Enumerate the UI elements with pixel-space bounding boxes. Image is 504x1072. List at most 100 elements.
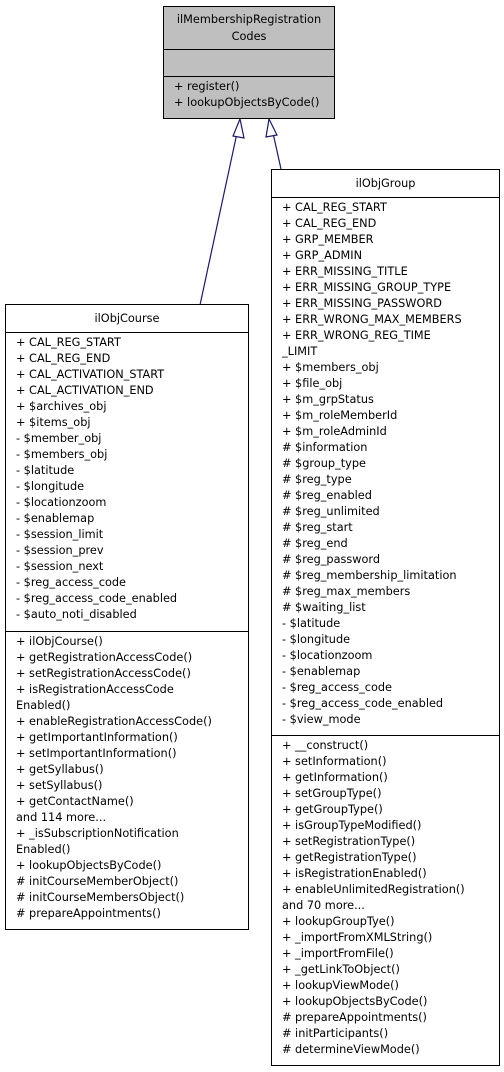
attribute-item: + GRP_ADMIN [282, 249, 363, 262]
method-item: # initCourseMemberObject() [16, 875, 179, 888]
method-item: and 70 more... [282, 899, 365, 912]
method-item: + setRegistrationType() [282, 835, 416, 848]
method-item: Enabled() [16, 699, 71, 712]
attribute-item: - $locationzoom [16, 496, 107, 509]
method-item: + lookupObjectsByCode() [174, 96, 320, 109]
attribute-item: - $reg_access_code_enabled [16, 592, 178, 605]
method-item: + _getLinkToObject() [282, 963, 400, 976]
method-item: + _importFromFile() [282, 947, 394, 960]
attribute-item: - $longitude [16, 480, 85, 493]
attribute-item: # $reg_password [282, 553, 381, 566]
attribute-item: # $reg_end [282, 537, 348, 550]
method-item: + _isSubscriptionNotification [16, 827, 179, 840]
attribute-item: - $latitude [16, 464, 75, 477]
method-item: + getRegistrationAccessCode() [16, 651, 193, 664]
attribute-item: - $session_limit [16, 528, 104, 541]
method-item: + enableUnlimitedRegistration() [282, 883, 465, 896]
method-item: + enableRegistrationAccessCode() [16, 715, 212, 728]
class-ilobjcourse[interactable]: ilObjCourse + CAL_REG_START + CAL_REG_END… [5, 304, 249, 930]
method-item: + getSyllabus() [16, 763, 104, 776]
attribute-item: + ERR_WRONG_MAX_MEMBERS [282, 313, 462, 326]
attribute-item: - $reg_access_code_enabled [282, 697, 444, 710]
edge-course-to-base [199, 116, 245, 306]
attribute-item: + CAL_REG_END [16, 352, 111, 365]
methods-section: + ilObjCourse() + getRegistrationAccessCo… [6, 631, 248, 929]
attribute-item: - $reg_access_code [16, 576, 126, 589]
attribute-item: # $group_type [282, 457, 366, 470]
attribute-item: - $longitude [282, 633, 351, 646]
attribute-item: + $file_obj [282, 377, 343, 390]
attribute-item: - $members_obj [16, 448, 108, 461]
inheritance-arrowhead [265, 117, 278, 138]
attributes-section: + CAL_REG_START + CAL_REG_END + CAL_ACTIVA… [6, 332, 248, 631]
attribute-item: # $reg_start [282, 521, 353, 534]
class-title: ilMembershipRegistration Codes [164, 7, 334, 49]
method-item: + ilObjCourse() [16, 635, 103, 648]
attribute-item: + $m_grpStatus [282, 393, 374, 406]
attribute-item: # $reg_unlimited [282, 505, 380, 518]
method-item: + getRegistrationType() [282, 851, 417, 864]
attribute-item: + ERR_MISSING_PASSWORD [282, 297, 442, 310]
attribute-item: + $m_roleAdminId [282, 425, 387, 438]
attribute-item: + CAL_ACTIVATION_END [16, 384, 154, 397]
class-title-line: Codes [231, 30, 267, 43]
attribute-item: + ERR_MISSING_TITLE [282, 265, 408, 278]
method-item: and 114 more... [16, 811, 107, 824]
method-item: + setGroupType() [282, 787, 382, 800]
method-item: + _importFromXMLString() [282, 931, 433, 944]
attribute-item: _LIMIT [282, 345, 318, 358]
attribute-item: - $locationzoom [282, 649, 373, 662]
method-item: + getGroupType() [282, 803, 383, 816]
method-item: + setInformation() [282, 755, 387, 768]
attribute-item: + $items_obj [16, 416, 91, 429]
method-item: # prepareAppointments() [16, 907, 161, 920]
attribute-item: - $reg_access_code [282, 681, 392, 694]
method-item: # prepareAppointments() [282, 1011, 427, 1024]
method-item: Enabled() [16, 843, 71, 856]
method-item: + register() [174, 80, 240, 93]
class-title-line: ilMembershipRegistration [176, 13, 322, 26]
method-item: + isGroupTypeModified() [282, 819, 422, 832]
method-item: + isRegistrationAccessCode [16, 683, 174, 696]
attribute-item: # $reg_type [282, 473, 352, 486]
attribute-item: + $m_roleMemberId [282, 409, 398, 422]
edge-group-to-base [265, 117, 282, 170]
class-ilmembershipregistrationcodes[interactable]: ilMembershipRegistration Codes + registe… [163, 6, 335, 119]
method-item: + lookupGroupTye() [282, 915, 395, 928]
method-item: # determineViewMode() [282, 1043, 420, 1056]
method-item: + lookupObjectsByCode() [16, 859, 162, 872]
method-item: + setRegistrationAccessCode() [16, 667, 191, 680]
attribute-item: + ERR_WRONG_REG_TIME [282, 329, 431, 342]
attribute-item: - $enablemap [282, 665, 361, 678]
attribute-item: # $reg_membership_limitation [282, 569, 457, 582]
class-ilobjgroup[interactable]: ilObjGroup + CAL_REG_START + CAL_REG_END +… [271, 169, 500, 1066]
attribute-item: + GRP_MEMBER [282, 233, 374, 246]
attribute-item: + CAL_REG_START [16, 336, 121, 349]
methods-section: + __construct() + setInformation() + getIn… [272, 735, 499, 1065]
attribute-item: - $session_next [16, 560, 104, 573]
method-item: + isRegistrationEnabled() [282, 867, 427, 880]
inheritance-arrowhead [232, 116, 245, 139]
method-item: + __construct() [282, 739, 369, 752]
method-item: + lookupViewMode() [282, 979, 399, 992]
attribute-item: # $reg_max_members [282, 585, 411, 598]
attribute-item: # $waiting_list [282, 601, 366, 614]
attribute-item: - $enablemap [16, 512, 95, 525]
method-item: + setImportantInformation() [16, 747, 177, 760]
attribute-item: + CAL_REG_START [282, 201, 387, 214]
attribute-item: + CAL_ACTIVATION_START [16, 368, 165, 381]
attribute-item: + ERR_MISSING_GROUP_TYPE [282, 281, 452, 294]
attribute-item: # $information [282, 441, 368, 454]
class-title: ilObjCourse [94, 312, 160, 325]
attribute-item: - $latitude [282, 617, 341, 630]
attribute-item: - $auto_noti_disabled [16, 608, 137, 621]
attribute-item: + $archives_obj [16, 400, 107, 413]
method-item: + getImportantInformation() [16, 731, 178, 744]
attributes-section: + CAL_REG_START + CAL_REG_END + GRP_MEMBER… [272, 197, 499, 735]
method-item: + getContactName() [16, 795, 134, 808]
method-item: + getInformation() [282, 771, 388, 784]
attribute-item: - $member_obj [16, 432, 102, 445]
methods-section: + register() + lookupObjectsByCode() [164, 76, 334, 118]
attributes-section [164, 49, 334, 76]
attribute-item: + $members_obj [282, 361, 379, 374]
